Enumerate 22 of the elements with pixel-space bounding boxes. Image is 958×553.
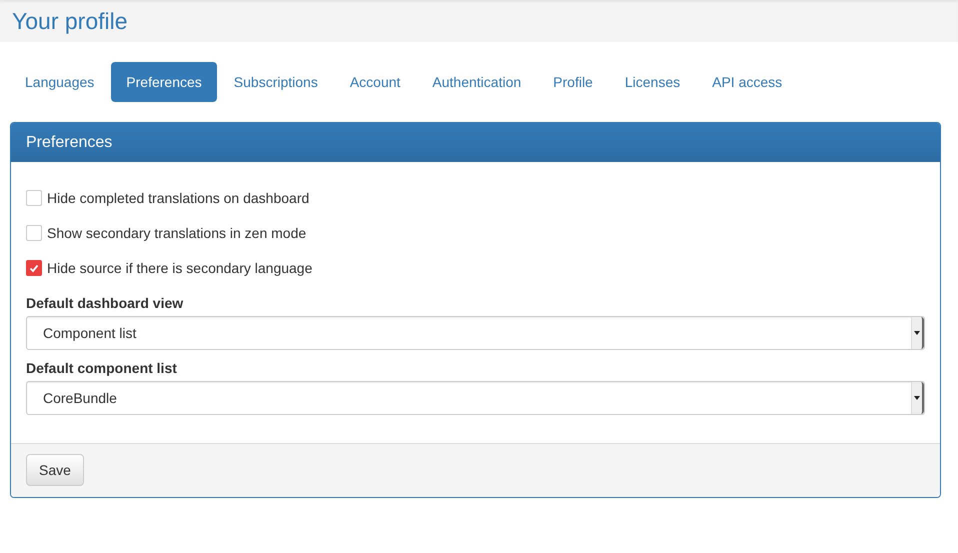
- field-label: Default component list: [26, 360, 178, 376]
- panel-title: Preferences: [26, 134, 112, 151]
- tab[interactable]: API access: [697, 62, 798, 102]
- tab[interactable]: Subscriptions: [218, 62, 333, 102]
- checkbox-label: Hide completed translations on dashboard: [47, 190, 310, 206]
- dropdown[interactable]: CoreBundle: [26, 381, 925, 415]
- checkbox-label: Hide source if there is secondary language: [47, 260, 312, 276]
- tab[interactable]: Account: [334, 62, 416, 102]
- tab[interactable]: Licenses: [610, 62, 696, 102]
- checkbox[interactable]: [26, 260, 42, 276]
- tab[interactable]: Languages: [10, 62, 110, 102]
- tab[interactable]: Preferences: [111, 62, 217, 102]
- checkbox-label: Show secondary translations in zen mode: [47, 225, 306, 241]
- page-title: Your profile: [11, 7, 129, 36]
- dropdown[interactable]: Component list: [26, 316, 925, 350]
- tab[interactable]: Profile: [538, 62, 608, 102]
- checkbox[interactable]: [26, 225, 42, 241]
- field-label: Default dashboard view: [26, 295, 184, 311]
- save-button[interactable]: Save: [26, 454, 84, 486]
- tab[interactable]: Authentication: [417, 62, 536, 102]
- check-icon: [28, 262, 40, 274]
- checkbox[interactable]: [26, 190, 42, 206]
